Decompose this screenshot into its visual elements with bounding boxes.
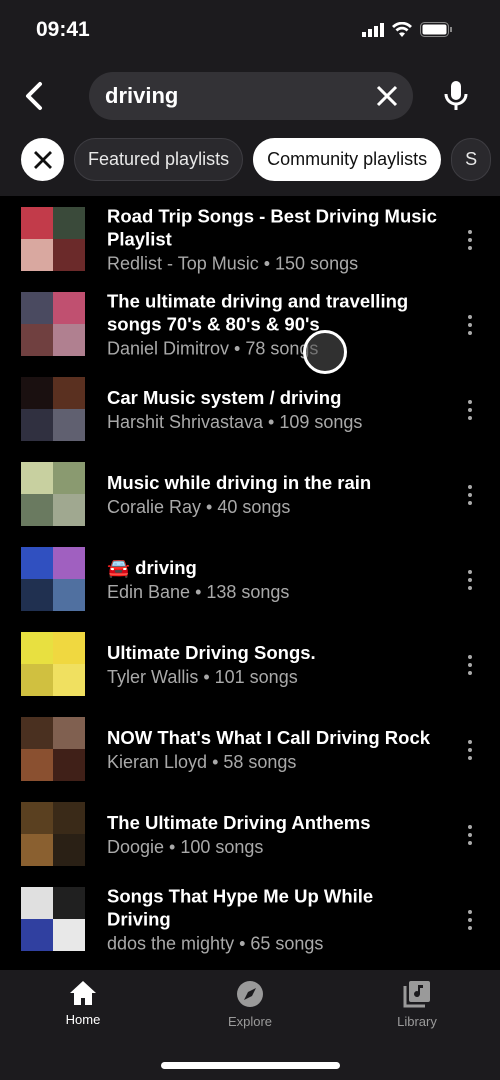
status-icons [362, 22, 452, 37]
playlist-thumbnail [21, 462, 85, 526]
library-icon [403, 981, 430, 1008]
playlist-title: The Ultimate Driving Anthems [107, 811, 371, 833]
nav-label: Library [397, 1014, 437, 1029]
playlist-thumbnail [21, 802, 85, 866]
nav-label: Home [65, 1012, 101, 1027]
playlist-row[interactable]: NOW That's What I Call Driving Rock Kier… [0, 707, 500, 792]
search-input[interactable]: driving [89, 72, 413, 120]
nav-home[interactable]: Home [33, 980, 133, 1027]
playlist-thumbnail [21, 207, 85, 271]
more-options-icon[interactable] [466, 484, 474, 505]
playlist-subtitle: Tyler Wallis • 101 songs [107, 666, 298, 687]
more-options-icon[interactable] [466, 909, 474, 930]
playlist-row[interactable]: The Ultimate Driving Anthems Doogie • 10… [0, 792, 500, 877]
more-options-icon[interactable] [466, 654, 474, 675]
nav-library[interactable]: Library [367, 980, 467, 1029]
playlist-row[interactable]: Songs That Hype Me Up While Driving ddos… [0, 877, 500, 962]
playlist-subtitle: Edin Bane • 138 songs [107, 581, 290, 602]
playlist-row[interactable]: 🚘 driving Edin Bane • 138 songs [0, 537, 500, 622]
home-indicator [161, 1062, 340, 1069]
chip-more[interactable]: S [451, 138, 492, 181]
more-options-icon[interactable] [466, 229, 474, 250]
nav-explore[interactable]: Explore [200, 980, 300, 1029]
battery-icon [420, 22, 452, 37]
playlist-title: Songs That Hype Me Up While Driving [107, 885, 374, 929]
chip-community-playlists[interactable]: Community playlists [253, 138, 442, 181]
playlist-row[interactable]: Music while driving in the rain Coralie … [0, 452, 500, 537]
playlist-subtitle: Doogie • 100 songs [107, 836, 264, 857]
playlist-thumbnail [21, 377, 85, 441]
playlist-title: Road Trip Songs - Best Driving Music Pla… [107, 205, 437, 249]
nav-label: Explore [227, 1014, 273, 1029]
close-icon [33, 150, 52, 169]
playlist-subtitle: Daniel Dimitrov • 78 songs [107, 338, 319, 358]
more-options-icon[interactable] [466, 569, 474, 590]
header: 09:41 driving Featured playlists Communi… [0, 0, 500, 196]
more-options-icon[interactable] [466, 314, 474, 335]
playlist-thumbnail [21, 887, 85, 951]
signal-icon [362, 22, 384, 37]
compass-icon [237, 981, 263, 1007]
playlist-subtitle: ddos the mighty • 65 songs [107, 933, 324, 953]
playlist-results: Road Trip Songs - Best Driving Music Pla… [0, 197, 500, 962]
playlist-thumbnail [21, 292, 85, 356]
playlist-row[interactable]: Road Trip Songs - Best Driving Music Pla… [0, 197, 500, 282]
playlist-title: The ultimate driving and travelling song… [107, 290, 409, 334]
chip-featured-playlists[interactable]: Featured playlists [74, 138, 244, 181]
playlist-subtitle: Harshit Shrivastava • 109 songs [107, 411, 363, 432]
more-options-icon[interactable] [466, 824, 474, 845]
filter-chips: Featured playlists Community playlists S [21, 138, 492, 181]
playlist-row[interactable]: Ultimate Driving Songs. Tyler Wallis • 1… [0, 622, 500, 707]
more-options-icon[interactable] [466, 739, 474, 760]
back-icon[interactable] [20, 80, 50, 112]
playlist-subtitle: Coralie Ray • 40 songs [107, 496, 291, 517]
more-options-icon[interactable] [466, 399, 474, 420]
microphone-icon[interactable] [443, 80, 469, 112]
playlist-row[interactable]: The ultimate driving and travelling song… [0, 282, 500, 367]
clear-filter-button[interactable] [21, 138, 64, 181]
clear-search-icon[interactable] [375, 84, 399, 108]
playlist-title: Ultimate Driving Songs. [107, 641, 316, 663]
status-time: 09:41 [36, 18, 90, 41]
playlist-title: 🚘 driving [107, 556, 197, 578]
search-query: driving [105, 83, 179, 108]
playlist-thumbnail [21, 717, 85, 781]
playlist-thumbnail [21, 632, 85, 696]
playlist-title: NOW That's What I Call Driving Rock [107, 726, 431, 748]
wifi-icon [392, 22, 412, 37]
playlist-title: Music while driving in the rain [107, 471, 372, 493]
playlist-title: Car Music system / driving [107, 386, 342, 408]
home-icon [70, 981, 96, 1005]
playlist-subtitle: Kieran Lloyd • 58 songs [107, 751, 297, 772]
playlist-row[interactable]: Car Music system / driving Harshit Shriv… [0, 367, 500, 452]
playlist-thumbnail [21, 547, 85, 611]
touch-indicator [303, 330, 347, 374]
playlist-subtitle: Redlist - Top Music • 150 songs [107, 253, 359, 273]
